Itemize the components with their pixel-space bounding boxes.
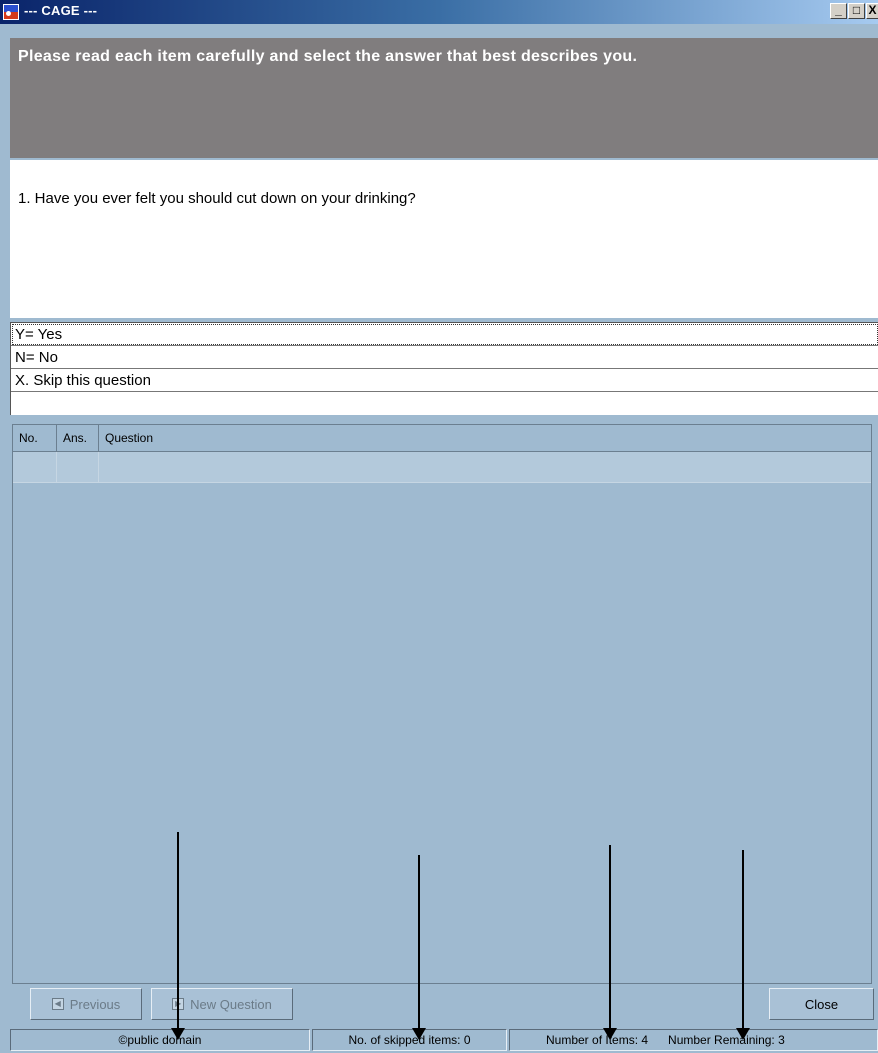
instructions-text: Please read each item carefully and sele…: [18, 48, 638, 65]
status-item-counts: Number of Items: 4 Number Remaining: 3: [509, 1029, 878, 1051]
new-question-button[interactable]: ▶ New Question: [151, 988, 293, 1020]
grid-header: No. Ans. Question: [13, 425, 871, 452]
answer-option-yes[interactable]: Y= Yes: [11, 323, 878, 346]
answer-option-no[interactable]: N= No: [11, 346, 878, 369]
window-title: --- CAGE ---: [24, 3, 98, 18]
answer-option-skip[interactable]: X. Skip this question: [11, 369, 878, 392]
status-number-of-items: Number of Items: 4: [546, 1033, 649, 1047]
answer-list[interactable]: Y= Yes N= No X. Skip this question: [10, 322, 878, 415]
annotation-arrow-copyright: [171, 832, 185, 1040]
status-number-remaining: Number Remaining: 3: [668, 1033, 785, 1047]
instructions-panel: Please read each item carefully and sele…: [10, 38, 878, 158]
question-text: 1. Have you ever felt you should cut dow…: [18, 190, 416, 207]
column-header-question[interactable]: Question: [99, 425, 871, 451]
cage-window: --- CAGE --- _ □ X Please read each item…: [0, 0, 878, 1053]
app-icon[interactable]: [3, 4, 19, 20]
annotation-arrow-skipped: [412, 855, 426, 1040]
close-button-label: Close: [804, 996, 839, 1012]
table-cell-ans: [57, 452, 99, 482]
question-panel: 1. Have you ever felt you should cut dow…: [10, 160, 878, 318]
annotation-arrow-items: [603, 845, 617, 1040]
table-cell-no: [13, 452, 57, 482]
new-question-button-label: New Question: [190, 996, 272, 1012]
status-skipped-items: No. of skipped items: 0: [312, 1029, 507, 1051]
close-button[interactable]: Close: [769, 988, 874, 1020]
column-header-no[interactable]: No.: [13, 425, 57, 451]
close-icon[interactable]: X: [866, 3, 878, 19]
annotation-arrow-remaining: [736, 850, 750, 1040]
column-header-ans[interactable]: Ans.: [57, 425, 99, 451]
maximize-icon[interactable]: □: [848, 3, 865, 19]
status-copyright: ©public domain: [10, 1029, 310, 1051]
previous-icon: ◀: [51, 998, 64, 1010]
minimize-icon[interactable]: _: [830, 3, 847, 19]
previous-button-label: Previous: [69, 996, 121, 1012]
previous-button[interactable]: ◀ Previous: [30, 988, 142, 1020]
table-row[interactable]: [13, 452, 871, 483]
table-cell-question: [99, 452, 871, 482]
button-bar: ◀ Previous ▶ New Question Close: [0, 985, 878, 1025]
title-bar[interactable]: --- CAGE --- _ □ X: [0, 0, 878, 24]
